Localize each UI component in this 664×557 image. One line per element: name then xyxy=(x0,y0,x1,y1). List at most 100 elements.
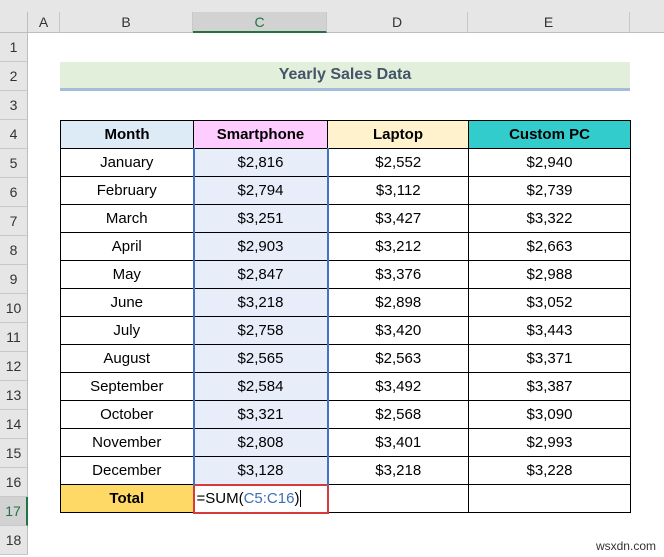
table-cell[interactable]: November xyxy=(60,428,194,457)
table-cell[interactable]: $3,443 xyxy=(468,316,631,345)
column-header[interactable] xyxy=(630,12,664,33)
column-header[interactable]: C xyxy=(193,12,327,33)
sheet-title: Yearly Sales Data xyxy=(60,62,630,91)
row-header[interactable]: 6 xyxy=(0,178,28,207)
table-cell[interactable]: $2,847 xyxy=(192,260,329,289)
table-cell[interactable]: $3,112 xyxy=(327,176,469,205)
column-header[interactable]: E xyxy=(468,12,630,33)
table-row: October $3,321 $2,568 $3,090 xyxy=(60,400,631,429)
table-row: January $2,816 $2,552 $2,940 xyxy=(60,148,631,177)
table-cell[interactable]: December xyxy=(60,456,194,485)
text-cursor xyxy=(300,490,302,507)
table-cell[interactable]: $3,492 xyxy=(327,372,469,401)
table-cell[interactable]: $3,420 xyxy=(327,316,469,345)
column-header-cell[interactable]: Laptop xyxy=(327,120,469,149)
select-all-button[interactable] xyxy=(0,12,28,33)
table-cell[interactable]: $3,321 xyxy=(192,400,329,429)
column-header-cell[interactable]: Smartphone xyxy=(193,120,328,149)
table-cell[interactable]: $3,228 xyxy=(468,456,631,485)
table-cell[interactable] xyxy=(327,484,469,513)
table-cell[interactable]: $2,794 xyxy=(192,176,329,205)
row-header[interactable]: 8 xyxy=(0,236,28,265)
table-cell[interactable]: $2,568 xyxy=(327,400,469,429)
table-cell[interactable]: $3,322 xyxy=(468,204,631,233)
row-header[interactable]: 4 xyxy=(0,120,28,149)
column-header-cell[interactable]: Month xyxy=(60,120,194,149)
table-cell[interactable]: $3,376 xyxy=(327,260,469,289)
row-header[interactable]: 18 xyxy=(0,526,28,555)
table-row: September $2,584 $3,492 $3,387 xyxy=(60,372,631,401)
row-header[interactable]: 14 xyxy=(0,410,28,439)
table-cell[interactable]: $3,128 xyxy=(192,456,329,485)
table-cell[interactable]: March xyxy=(60,204,194,233)
table-cell[interactable]: April xyxy=(60,232,194,261)
row-header[interactable]: 5 xyxy=(0,149,28,178)
table-cell[interactable]: $2,993 xyxy=(468,428,631,457)
table-cell[interactable]: January xyxy=(60,148,194,177)
table-cell[interactable]: $3,427 xyxy=(327,204,469,233)
table-cell[interactable]: $2,940 xyxy=(468,148,631,177)
table-cell[interactable]: $3,090 xyxy=(468,400,631,429)
table-cell[interactable]: June xyxy=(60,288,194,317)
table-cell[interactable]: $3,401 xyxy=(327,428,469,457)
table-cell[interactable]: $2,739 xyxy=(468,176,631,205)
row-header[interactable]: 15 xyxy=(0,439,28,468)
table-cell[interactable]: July xyxy=(60,316,194,345)
table-row: April $2,903 $3,212 $2,663 xyxy=(60,232,631,261)
row-header[interactable]: 11 xyxy=(0,323,28,352)
formula-range: C5:C16 xyxy=(243,490,295,507)
table-cell[interactable]: $3,218 xyxy=(327,456,469,485)
table-row: November $2,808 $3,401 $2,993 xyxy=(60,428,631,457)
table-cell[interactable]: September xyxy=(60,372,194,401)
table-cell[interactable]: $2,584 xyxy=(192,372,329,401)
table-cell[interactable]: $3,212 xyxy=(327,232,469,261)
table-cell[interactable]: $2,808 xyxy=(192,428,329,457)
table-cell[interactable]: $2,565 xyxy=(192,344,329,373)
formula-suffix: ) xyxy=(294,490,300,507)
table-cell[interactable]: August xyxy=(60,344,194,373)
table-cell[interactable]: $2,988 xyxy=(468,260,631,289)
table-row: December $3,128 $3,218 $3,228 xyxy=(60,456,631,485)
table-row: May $2,847 $3,376 $2,988 xyxy=(60,260,631,289)
table-row: June $3,218 $2,898 $3,052 xyxy=(60,288,631,317)
table-cell[interactable]: $2,758 xyxy=(192,316,329,345)
row-header[interactable]: 12 xyxy=(0,352,28,381)
row-header[interactable]: 7 xyxy=(0,207,28,236)
column-header[interactable]: A xyxy=(28,12,60,33)
formula-cell[interactable]: =SUM(C5:C16) xyxy=(192,483,329,514)
table-cell[interactable]: $3,371 xyxy=(468,344,631,373)
table-row: March $3,251 $3,427 $3,322 xyxy=(60,204,631,233)
row-header[interactable]: 13 xyxy=(0,381,28,410)
total-label: Total xyxy=(60,484,194,513)
table-cell[interactable]: $2,563 xyxy=(327,344,469,373)
table-cell[interactable]: May xyxy=(60,260,194,289)
table-cell[interactable]: $3,251 xyxy=(192,204,329,233)
column-header[interactable]: D xyxy=(327,12,468,33)
table-cell[interactable]: $3,052 xyxy=(468,288,631,317)
row-header[interactable]: 3 xyxy=(0,91,28,120)
table-cell[interactable]: $3,218 xyxy=(192,288,329,317)
row-header[interactable]: 9 xyxy=(0,265,28,294)
table-row: February $2,794 $3,112 $2,739 xyxy=(60,176,631,205)
table-cell[interactable] xyxy=(468,484,631,513)
table-cell[interactable]: $2,663 xyxy=(468,232,631,261)
table-cell[interactable]: February xyxy=(60,176,194,205)
column-header[interactable]: B xyxy=(60,12,193,33)
formula-prefix: =SUM( xyxy=(196,490,244,507)
column-header-cell[interactable]: Custom PC xyxy=(468,120,631,149)
row-header[interactable]: 10 xyxy=(0,294,28,323)
row-header[interactable]: 17 xyxy=(0,497,28,526)
table-cell[interactable]: $2,903 xyxy=(192,232,329,261)
table-row: July $2,758 $3,420 $3,443 xyxy=(60,316,631,345)
total-row: Total =SUM(C5:C16) xyxy=(60,483,631,514)
row-header[interactable]: 1 xyxy=(0,33,28,62)
row-header[interactable]: 2 xyxy=(0,62,28,91)
watermark: wsxdn.com xyxy=(595,539,656,553)
table-cell[interactable]: $2,552 xyxy=(327,148,469,177)
table-cell[interactable]: $2,816 xyxy=(192,148,329,177)
table-cell[interactable]: October xyxy=(60,400,194,429)
table-cell[interactable]: $3,387 xyxy=(468,372,631,401)
table-cell[interactable]: $2,898 xyxy=(327,288,469,317)
formula-bar-strip xyxy=(0,0,664,12)
row-header[interactable]: 16 xyxy=(0,468,28,497)
